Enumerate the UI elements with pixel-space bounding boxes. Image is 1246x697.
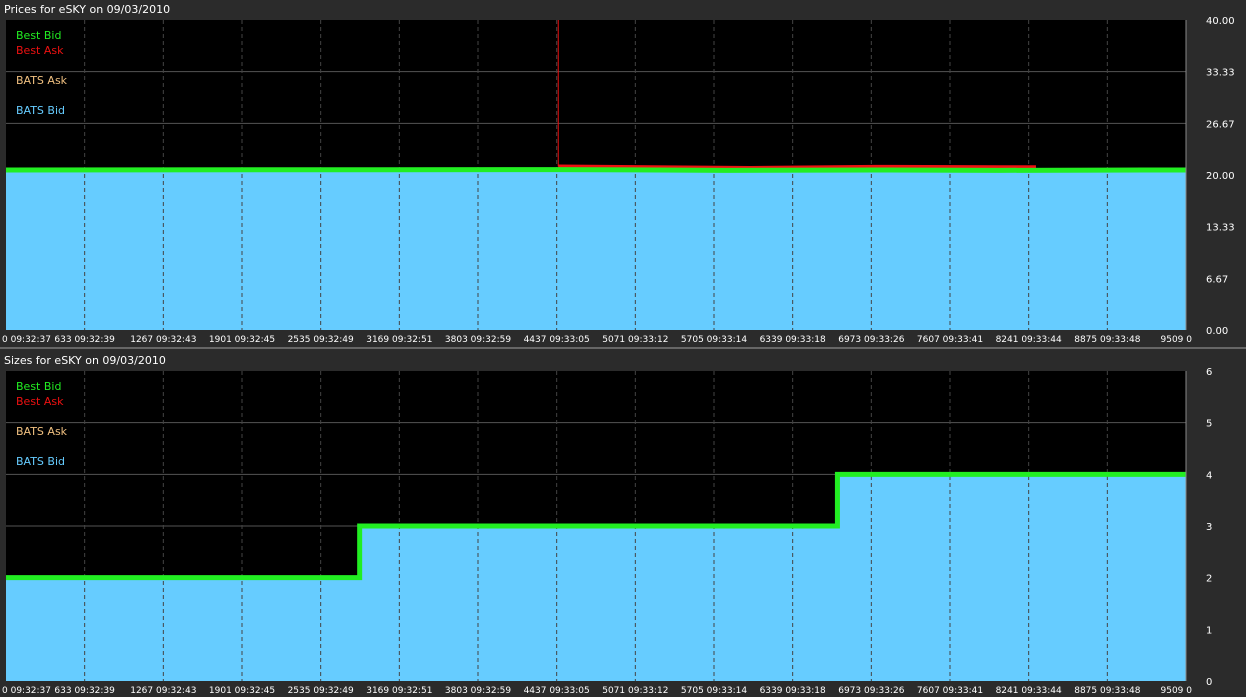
x-tick-label: 8875 09:33:48 <box>1074 686 1140 696</box>
x-tick-label: 6339 09:33:18 <box>760 335 826 345</box>
x-tick-label: 1901 09:32:45 <box>209 335 275 345</box>
y-tick-label: 13.33 <box>1206 223 1235 234</box>
x-tick-label: 6973 09:33:26 <box>838 335 904 345</box>
x-tick-label: 4437 09:33:05 <box>524 335 590 345</box>
legend-item: Best Bid <box>16 29 61 42</box>
x-tick-label: 5071 09:33:12 <box>602 335 668 345</box>
legend-item: BATS Ask <box>16 74 68 87</box>
legend-item: Best Ask <box>16 395 64 408</box>
y-tick-label: 1 <box>1206 625 1212 636</box>
x-tick-label: 0 09:32:37 <box>2 335 51 345</box>
chart-prices: 40.00 33.33 26.67 20.00 13.33 6.67 0.00 0 09:32… <box>2 16 1235 345</box>
y-tick-label: 5 <box>1206 419 1212 430</box>
x-tick-label: 633 09:32:39 <box>54 335 115 345</box>
x-tick-label: 1267 09:32:43 <box>130 686 196 696</box>
x-tick-label: 3169 09:32:51 <box>366 686 432 696</box>
x-tick-label: 1267 09:32:43 <box>130 335 196 345</box>
x-tick-label: 4437 09:33:05 <box>524 686 590 696</box>
x-tick-label: 1901 09:32:45 <box>209 686 275 696</box>
x-tick-label: 8875 09:33:48 <box>1074 335 1140 345</box>
x-tick-label: 8241 09:33:44 <box>996 686 1062 696</box>
y-tick-label: 4 <box>1206 470 1212 481</box>
y-tick-label: 6.67 <box>1206 274 1228 285</box>
x-tick-label: 5705 09:33:14 <box>681 335 747 345</box>
x-tick-label: 8241 09:33:44 <box>996 335 1062 345</box>
x-tick-label: 7607 09:33:41 <box>917 686 983 696</box>
bats-bid-area <box>6 171 1186 330</box>
x-tick-label: 5071 09:33:12 <box>602 686 668 696</box>
x-tick-label: 9509 0 <box>1161 335 1193 345</box>
x-tick-label: 2535 09:32:49 <box>288 335 354 345</box>
best-bid-line <box>5 167 1187 173</box>
x-tick-label: 3803 09:32:59 <box>445 686 511 696</box>
y-tick-label: 40.00 <box>1206 16 1235 27</box>
x-tick-label: 6973 09:33:26 <box>838 686 904 696</box>
charts-svg: 40.00 33.33 26.67 20.00 13.33 6.67 0.00 0 09:32… <box>0 16 1246 696</box>
x-tick-label: 2535 09:32:49 <box>288 686 354 696</box>
x-tick-label: 3169 09:32:51 <box>366 335 432 345</box>
x-tick-label: 6339 09:33:18 <box>760 686 826 696</box>
x-tick-label: 3803 09:32:59 <box>445 335 511 345</box>
legend-item: Best Ask <box>16 44 64 57</box>
y-tick-label: 33.33 <box>1206 68 1235 79</box>
chart-sizes: 6 5 4 3 2 1 0 0 09:32:37 633 09:32:39 1267 09:32:… <box>2 367 1212 696</box>
y-tick-label: 20.00 <box>1206 171 1235 182</box>
y-tick-label: 3 <box>1206 522 1212 533</box>
y-tick-label: 2 <box>1206 574 1212 585</box>
legend-item: BATS Bid <box>16 104 65 117</box>
x-tick-label: 7607 09:33:41 <box>917 335 983 345</box>
legend-item: BATS Ask <box>16 425 68 438</box>
y-tick-label: 6 <box>1206 367 1212 378</box>
y-tick-label: 26.67 <box>1206 119 1235 130</box>
x-tick-label: 633 09:32:39 <box>54 686 115 696</box>
legend-item: BATS Bid <box>16 455 65 468</box>
x-tick-label: 5705 09:33:14 <box>681 686 747 696</box>
legend-item: Best Bid <box>16 380 61 393</box>
y-tick-label: 0.00 <box>1206 326 1228 337</box>
y-tick-label: 0 <box>1206 677 1212 688</box>
x-tick-label: 9509 0 <box>1161 686 1193 696</box>
x-tick-label: 0 09:32:37 <box>2 686 51 696</box>
